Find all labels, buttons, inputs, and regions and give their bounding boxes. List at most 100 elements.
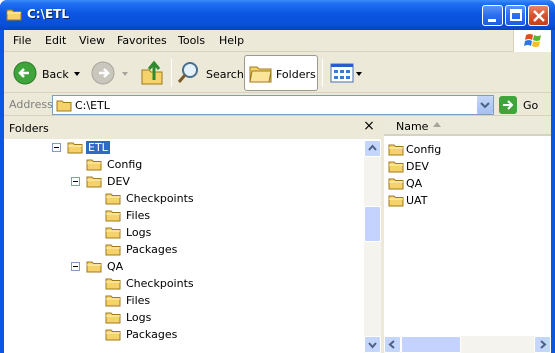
address-input[interactable]: C:\ETL <box>52 95 494 115</box>
folder-icon <box>388 193 405 208</box>
menu-view[interactable]: View <box>79 34 105 47</box>
back-button[interactable]: Back <box>10 57 82 89</box>
chevron-left-icon <box>388 340 395 349</box>
toolbar-separator <box>322 59 323 87</box>
scroll-down-button[interactable] <box>364 336 381 353</box>
close-button[interactable] <box>528 5 549 26</box>
go-arrow-icon <box>499 96 517 114</box>
menu-edit[interactable]: Edit <box>45 34 66 47</box>
folder-icon <box>105 310 122 325</box>
folder-icon <box>67 140 84 155</box>
up-folder-icon <box>141 60 163 85</box>
folder-icon <box>105 327 122 342</box>
tree-node-label: DEV <box>107 175 130 188</box>
tree-node[interactable]: Packages <box>4 326 364 343</box>
scroll-up-button[interactable] <box>364 140 381 157</box>
scroll-right-button[interactable] <box>534 336 551 353</box>
list-horizontal-scrollbar[interactable] <box>384 336 551 353</box>
go-button[interactable]: Go <box>499 96 547 114</box>
list-item-label: QA <box>406 177 423 190</box>
chevron-down-icon[interactable] <box>122 72 130 78</box>
list-item-label: Config <box>406 143 442 156</box>
close-pane-icon[interactable]: × <box>363 119 375 133</box>
folders-label: Folders <box>276 68 316 81</box>
tree-node[interactable]: Logs <box>4 309 364 326</box>
window-client: File Edit View Favorites Tools Help Back… <box>4 30 551 353</box>
folders-pane-header: Folders × <box>4 116 380 140</box>
tree-node-label: Config <box>107 158 143 171</box>
maximize-icon <box>510 9 522 21</box>
address-dropdown-button[interactable] <box>476 96 493 114</box>
forward-button[interactable] <box>90 57 130 89</box>
folder-icon <box>86 157 103 172</box>
search-button[interactable]: Search <box>175 57 244 89</box>
tree-node[interactable]: Logs <box>4 224 364 241</box>
tree-node-label: Checkpoints <box>126 277 194 290</box>
chevron-down-icon <box>480 102 490 109</box>
tree-node-label: Packages <box>126 243 178 256</box>
go-label: Go <box>523 99 539 112</box>
tree-node-label: Logs <box>126 311 152 324</box>
address-bar: Address C:\ETL Go <box>4 94 551 116</box>
list-item-label: UAT <box>406 194 428 207</box>
tree-node-label: QA <box>107 260 124 273</box>
tree-node[interactable]: Packages <box>4 241 364 258</box>
folder-tree[interactable]: ETL Config DEV Checkpoints Files Logs Packages… <box>4 140 364 353</box>
search-icon <box>177 62 198 83</box>
scroll-thumb[interactable] <box>364 206 381 242</box>
tree-node-label: Packages <box>126 328 178 341</box>
address-value: C:\ETL <box>75 99 110 112</box>
folder-icon <box>388 142 405 157</box>
back-label: Back <box>42 68 69 81</box>
menu-tools[interactable]: Tools <box>178 34 205 47</box>
folder-icon <box>6 9 22 21</box>
back-arrow-icon <box>13 61 37 85</box>
menu-favorites[interactable]: Favorites <box>117 34 167 47</box>
folder-icon <box>86 259 103 274</box>
collapse-toggle-icon[interactable] <box>71 262 80 271</box>
tree-node[interactable]: Config <box>4 156 364 173</box>
list-item[interactable]: Config <box>388 141 538 158</box>
menu-file[interactable]: File <box>13 34 31 47</box>
folder-icon <box>56 100 72 112</box>
folder-icon <box>105 225 122 240</box>
folder-icon <box>105 191 122 206</box>
tree-node[interactable]: ETL <box>4 140 364 156</box>
chevron-down-icon <box>368 342 377 349</box>
list-item[interactable]: UAT <box>388 192 538 209</box>
minimize-button[interactable] <box>482 5 503 26</box>
tree-node[interactable]: Files <box>4 207 364 224</box>
tree-node[interactable]: Checkpoints <box>4 275 364 292</box>
folder-icon <box>388 159 405 174</box>
list-item-label: DEV <box>406 160 429 173</box>
views-button[interactable] <box>328 57 364 89</box>
maximize-button[interactable] <box>505 5 526 26</box>
chevron-down-icon[interactable] <box>74 72 82 78</box>
list-item[interactable]: DEV <box>388 158 538 175</box>
collapse-toggle-icon[interactable] <box>71 177 80 186</box>
folders-pane: Folders × ETL Config DEV Checkpoints Files Lo… <box>4 116 381 353</box>
folders-button[interactable]: Folders <box>244 55 318 91</box>
standard-toolbar: Back Search Folders <box>4 53 551 93</box>
forward-arrow-icon <box>91 61 115 85</box>
tree-node[interactable]: Checkpoints <box>4 190 364 207</box>
title-bar[interactable]: C:\ETL <box>0 0 555 30</box>
tree-vertical-scrollbar[interactable] <box>364 140 381 353</box>
address-label: Address <box>9 98 53 111</box>
up-folder-button[interactable] <box>140 57 168 89</box>
search-label: Search <box>206 68 244 81</box>
scroll-left-button[interactable] <box>384 336 401 353</box>
menu-help[interactable]: Help <box>219 34 244 47</box>
name-column-header[interactable]: Name <box>384 116 551 136</box>
tree-node[interactable]: QA <box>4 258 364 275</box>
views-icon <box>330 63 354 83</box>
horizontal-scroll-thumb[interactable] <box>401 336 461 353</box>
folder-icon <box>388 176 405 191</box>
collapse-toggle-icon[interactable] <box>52 143 61 152</box>
tree-node[interactable]: Files <box>4 292 364 309</box>
folder-icon <box>105 242 122 257</box>
tree-node[interactable]: DEV <box>4 173 364 190</box>
close-icon <box>533 10 545 22</box>
chevron-down-icon[interactable] <box>356 72 364 78</box>
list-item[interactable]: QA <box>388 175 538 192</box>
